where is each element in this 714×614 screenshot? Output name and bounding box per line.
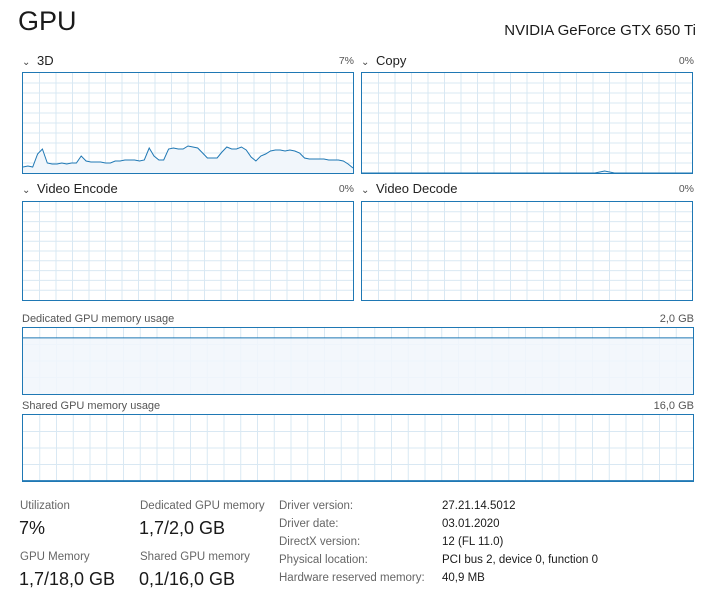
memory-graph-svg: [23, 328, 693, 394]
engine-selector-3d[interactable]: ⌄ 3D: [22, 53, 54, 68]
memory-graph-svg: [23, 415, 693, 481]
shared-memory-graph: [22, 414, 694, 482]
engine-graph-svg: [362, 73, 692, 173]
engine-graph-copy: [361, 72, 693, 174]
engine-percent: 7%: [338, 55, 354, 67]
dedicated-memory-label: Dedicated GPU memory usage: [22, 313, 175, 325]
stat-dedicated-memory-value: 1,7/2,0 GB: [139, 518, 226, 538]
chevron-down-icon: ⌄: [22, 57, 31, 68]
directx-version-value: 12 (FL 11.0): [442, 536, 504, 548]
engine-selector-video-encode[interactable]: ⌄ Video Encode: [22, 181, 118, 196]
driver-version-label: Driver version:: [279, 500, 354, 512]
chevron-down-icon: ⌄: [361, 185, 370, 196]
hardware-reserved-value: 40,9 MB: [442, 572, 485, 584]
engine-label: Video Encode: [37, 181, 118, 196]
stat-utilization-label: Utilization: [20, 500, 70, 512]
gpu-model-name: NVIDIA GeForce GTX 650 Ti: [504, 22, 696, 39]
dedicated-memory-graph: [22, 327, 694, 395]
page-title: GPU: [18, 6, 77, 36]
engine-percent: 0%: [678, 183, 694, 195]
engine-graph-video-encode: [22, 201, 354, 301]
directx-version-label: DirectX version:: [279, 536, 361, 548]
stat-shared-memory-label: Shared GPU memory: [140, 551, 250, 563]
memory-fill: [23, 337, 693, 394]
engine-graph-svg: [362, 202, 692, 300]
engine-graph-svg: [23, 73, 353, 173]
chevron-down-icon: ⌄: [361, 57, 370, 68]
dedicated-memory-max: 2,0 GB: [659, 313, 694, 325]
stat-gpu-memory-value: 1,7/18,0 GB: [19, 569, 116, 589]
engine-graph-3d: [22, 72, 354, 174]
physical-location-label: Physical location:: [279, 554, 368, 566]
driver-date-label: Driver date:: [279, 518, 339, 530]
engine-percent: 0%: [338, 183, 354, 195]
engine-label: Copy: [376, 53, 407, 68]
stat-dedicated-memory-label: Dedicated GPU memory: [140, 500, 265, 512]
stat-utilization-value: 7%: [19, 518, 46, 538]
chevron-down-icon: ⌄: [22, 185, 31, 196]
stat-shared-memory-value: 0,1/16,0 GB: [139, 569, 236, 589]
driver-version-value: 27.21.14.5012: [442, 500, 516, 512]
engine-label: Video Decode: [376, 181, 458, 196]
shared-memory-label: Shared GPU memory usage: [22, 400, 161, 412]
stat-gpu-memory-label: GPU Memory: [20, 551, 90, 563]
engine-graph-video-decode: [361, 201, 693, 301]
engine-selector-video-decode[interactable]: ⌄ Video Decode: [361, 181, 457, 196]
hardware-reserved-label: Hardware reserved memory:: [279, 572, 425, 584]
engine-graph-svg: [23, 202, 353, 300]
shared-memory-max: 16,0 GB: [653, 400, 694, 412]
driver-date-value: 03.01.2020: [442, 518, 500, 530]
engine-percent: 0%: [678, 55, 694, 67]
engine-label: 3D: [37, 53, 54, 68]
engine-selector-copy[interactable]: ⌄ Copy: [361, 53, 406, 68]
physical-location-value: PCI bus 2, device 0, function 0: [442, 554, 598, 566]
